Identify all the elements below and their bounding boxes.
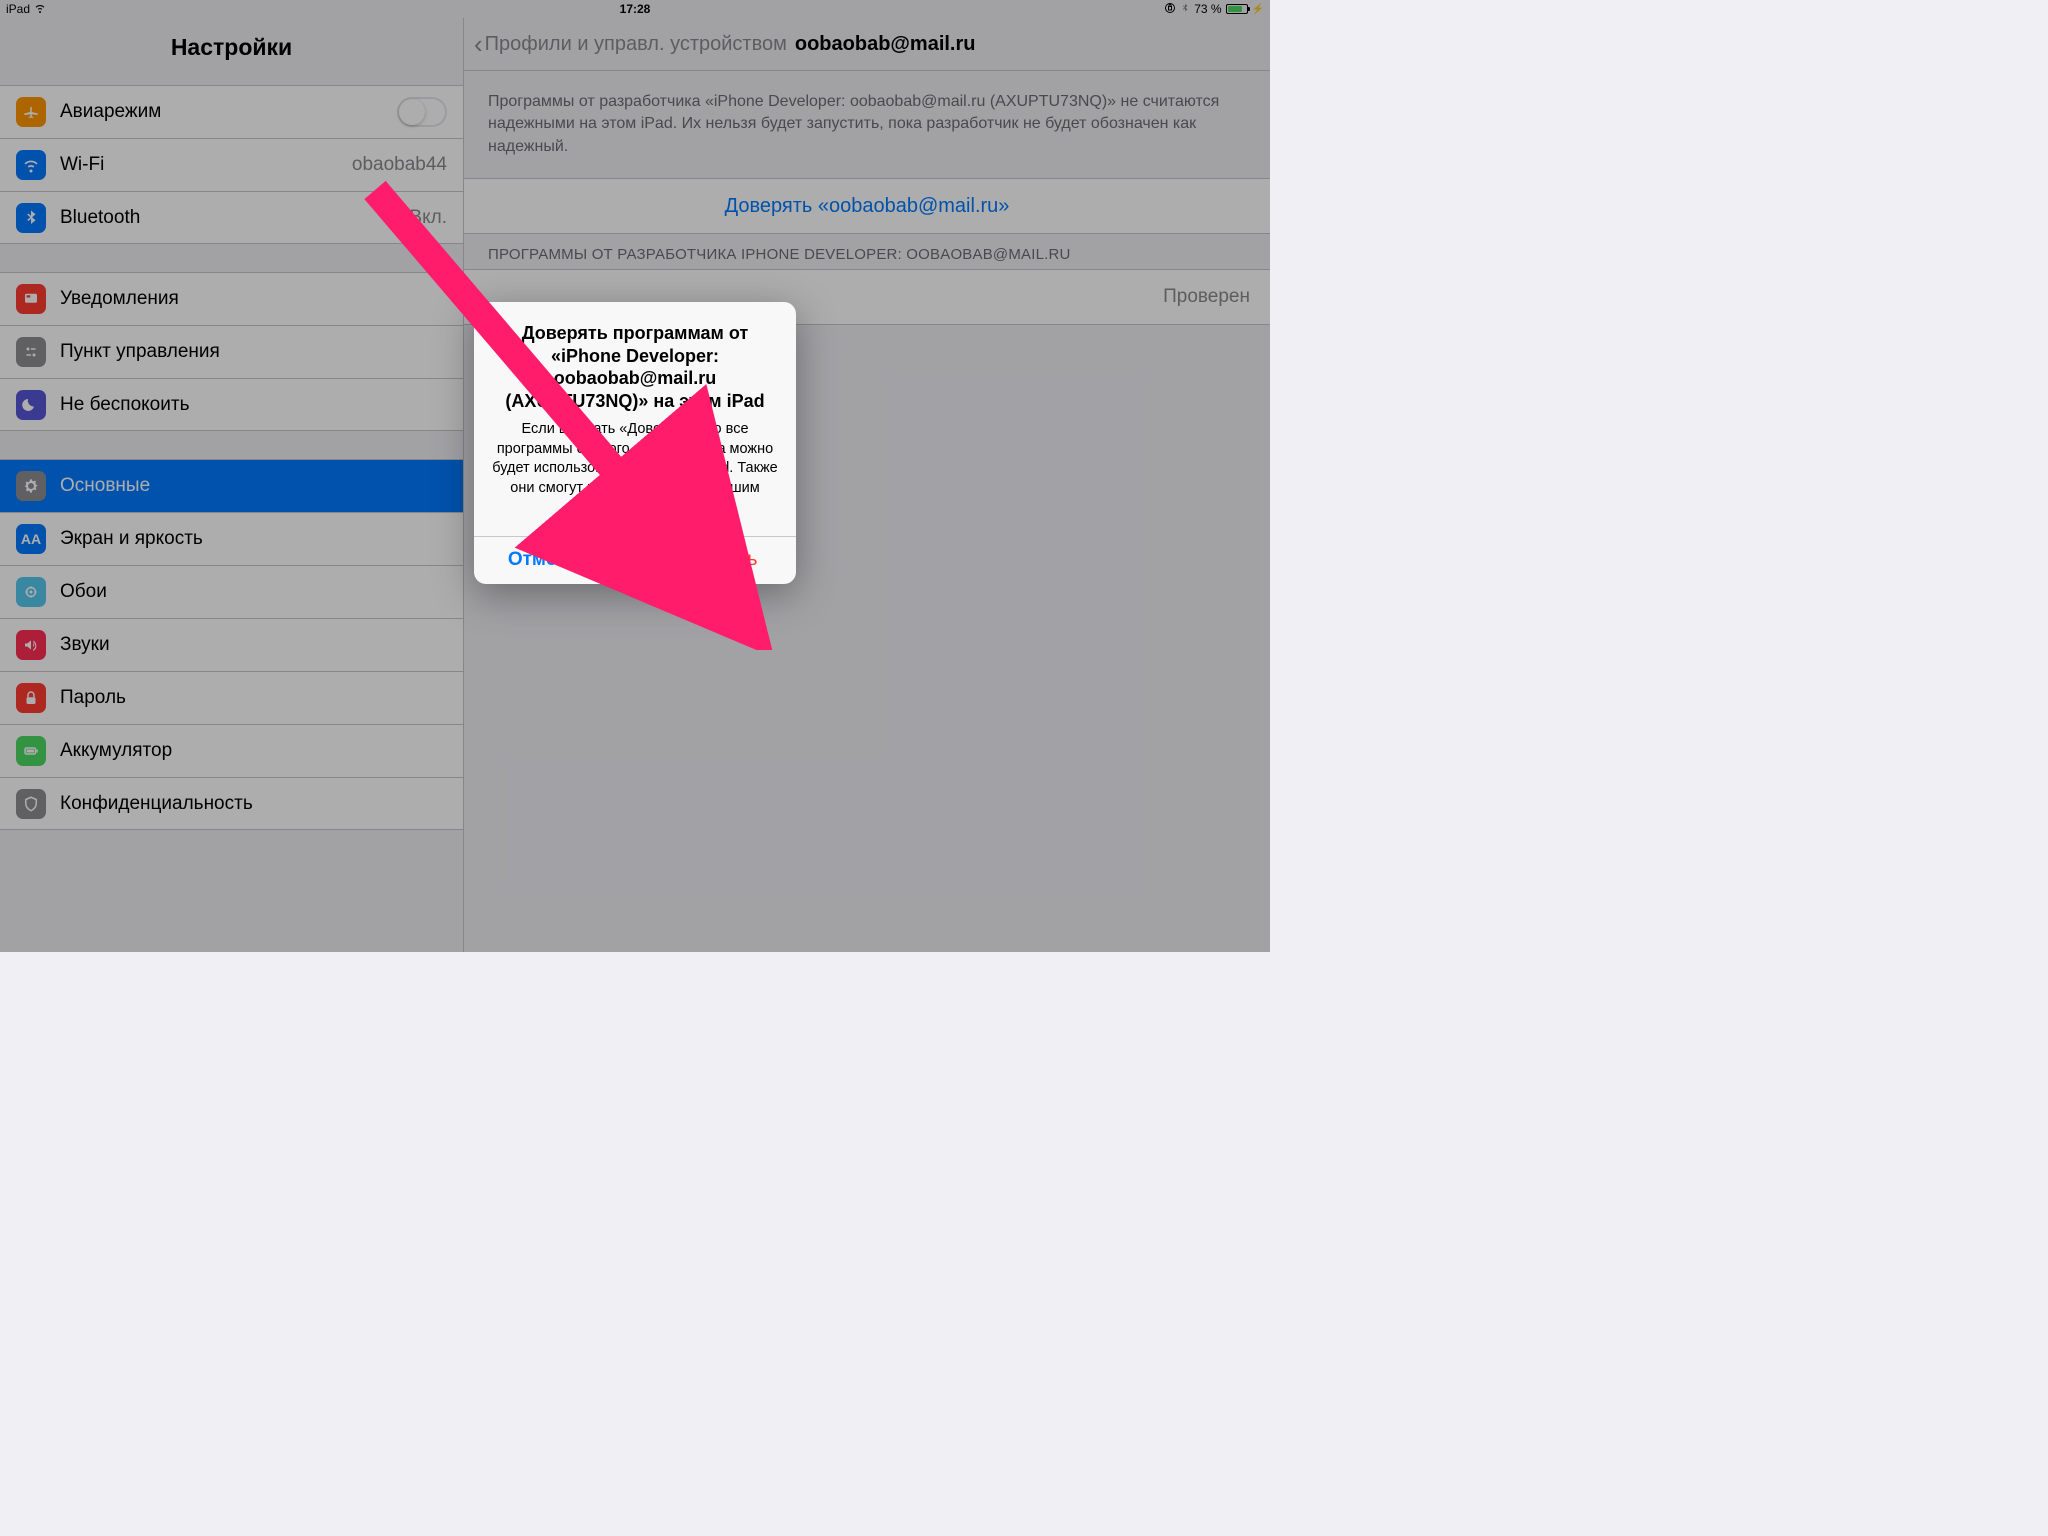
alert-title: Доверять программам от «iPhone Developer… (490, 322, 780, 412)
alert-message: Если выбрать «Доверять», то все программ… (490, 420, 780, 518)
alert-trust-button[interactable]: Доверять (636, 537, 797, 584)
trust-alert: Доверять программам от «iPhone Developer… (474, 302, 796, 584)
alert-cancel-button[interactable]: Отменить (474, 537, 636, 584)
